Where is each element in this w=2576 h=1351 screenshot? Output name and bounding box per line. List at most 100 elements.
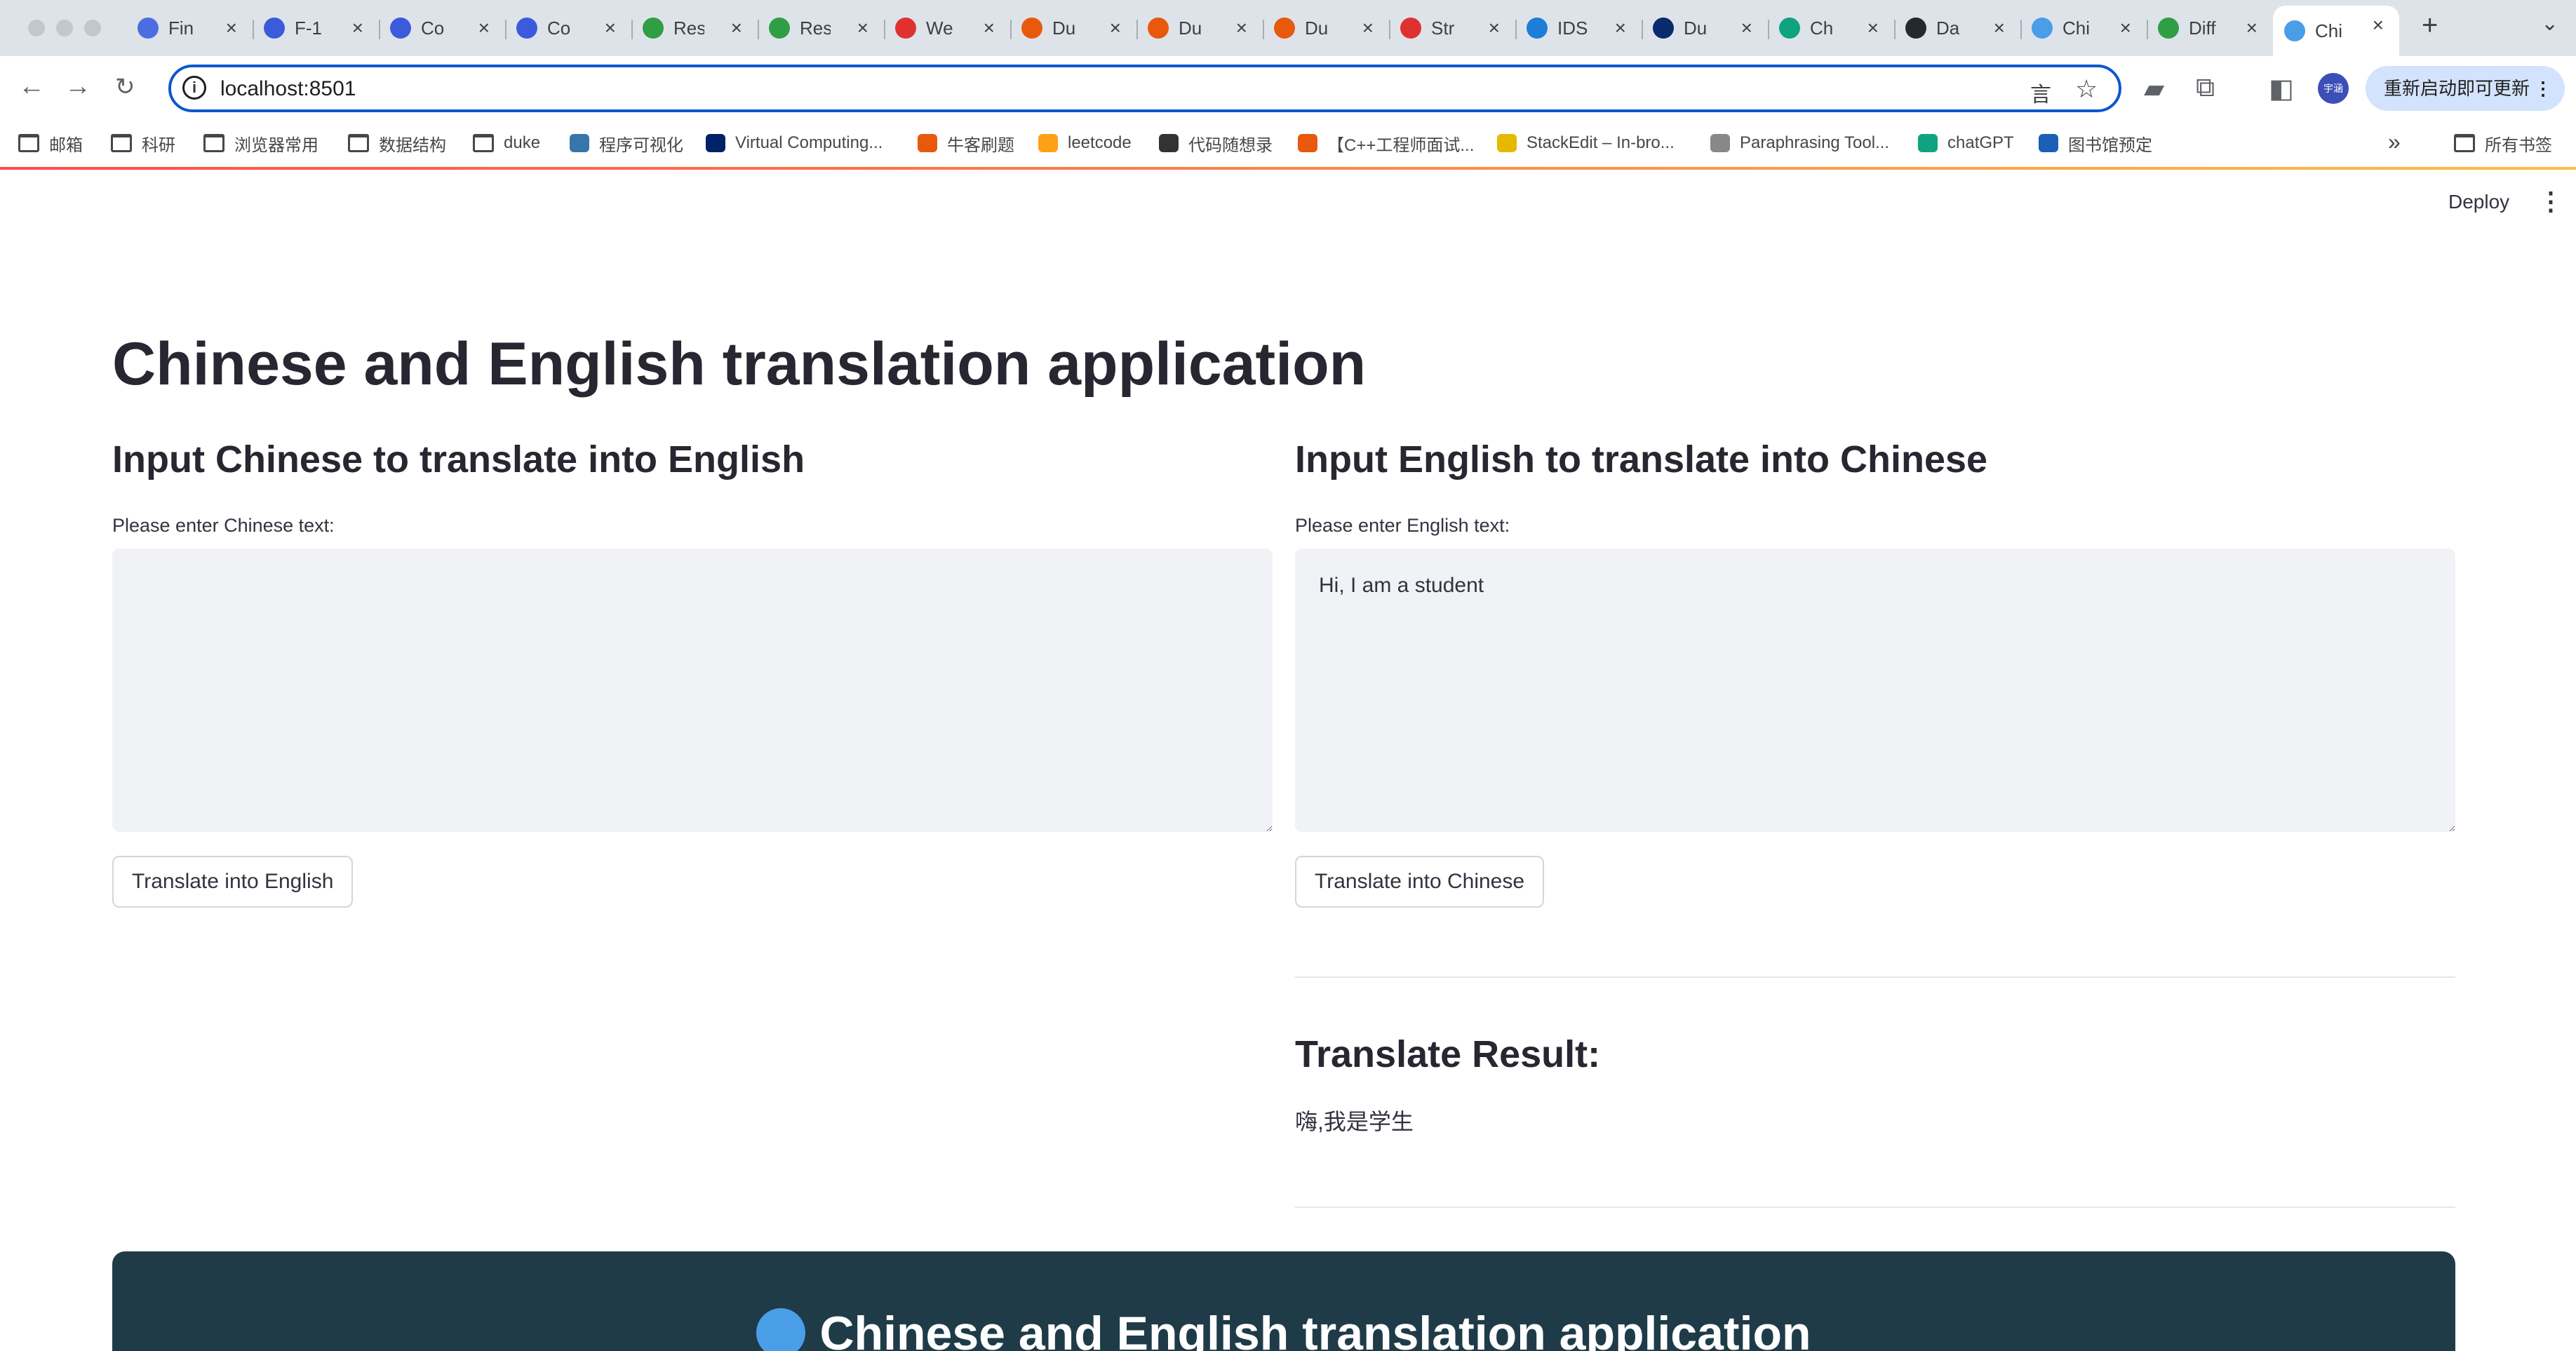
close-tab-icon[interactable]: × bbox=[352, 17, 363, 39]
tab-title: Du bbox=[1052, 17, 1076, 39]
translate-into-english-button[interactable]: Translate into English bbox=[112, 856, 354, 908]
nowcoder-icon bbox=[1298, 134, 1317, 152]
browser-tab[interactable]: Du × bbox=[1010, 8, 1136, 48]
bookmark-item[interactable]: duke bbox=[473, 129, 540, 157]
back-arrow-icon[interactable]: ← bbox=[18, 72, 45, 102]
bird-icon bbox=[643, 18, 664, 39]
close-tab-icon[interactable]: × bbox=[984, 17, 995, 39]
browser-tab[interactable]: Diff × bbox=[2147, 8, 2273, 48]
browser-tab[interactable]: Du × bbox=[1263, 8, 1389, 48]
browser-tab[interactable]: Str × bbox=[1389, 8, 1515, 48]
english-text-input[interactable] bbox=[1295, 549, 2455, 832]
bookmark-item[interactable]: Virtual Computing... bbox=[706, 129, 883, 157]
close-tab-icon[interactable]: × bbox=[857, 17, 868, 39]
bookmark-star-icon[interactable]: ☆ bbox=[2075, 74, 2098, 104]
reload-icon[interactable]: ↻ bbox=[115, 73, 135, 101]
browser-tab[interactable]: Co × bbox=[505, 8, 631, 48]
translate-icon[interactable]: ⾔ bbox=[2030, 77, 2051, 108]
bookmark-label: chatGPT bbox=[1947, 133, 2014, 152]
close-tab-icon[interactable]: × bbox=[1489, 17, 1500, 39]
side-panel-icon[interactable]: ◧ bbox=[2269, 73, 2294, 105]
close-tab-icon[interactable]: × bbox=[1110, 17, 1121, 39]
chinese-text-input[interactable] bbox=[112, 549, 1273, 832]
close-tab-icon[interactable]: × bbox=[2246, 17, 2258, 39]
tab-title: Co bbox=[421, 17, 445, 39]
bookmark-item[interactable]: leetcode bbox=[1038, 129, 1132, 157]
main-menu-icon[interactable]: ⋮ bbox=[2538, 187, 2563, 216]
translate-result-text: 嗨,我是学生 bbox=[1295, 1109, 1414, 1134]
minimize-window-icon[interactable] bbox=[56, 20, 73, 36]
folder-icon bbox=[203, 134, 224, 152]
profile-avatar[interactable]: 宇涵 bbox=[2318, 73, 2349, 104]
address-url[interactable]: localhost:8501 bbox=[220, 77, 356, 101]
library-icon bbox=[2039, 134, 2058, 152]
close-tab-icon[interactable]: × bbox=[731, 17, 742, 39]
tab-separator bbox=[2020, 20, 2022, 39]
close-tab-icon[interactable]: × bbox=[2373, 14, 2384, 36]
bookmark-item[interactable]: Paraphrasing Tool... bbox=[1710, 129, 1889, 157]
update-button[interactable]: 重新启动即可更新 ⋮ bbox=[2366, 66, 2565, 111]
bookmark-item[interactable]: 【C++工程师面试... bbox=[1298, 129, 1474, 157]
forward-arrow-icon[interactable]: → bbox=[65, 72, 91, 102]
tab-title: Diff bbox=[2189, 17, 2216, 39]
browser-tab[interactable]: Chi × bbox=[2020, 8, 2147, 48]
browser-tab[interactable]: Da × bbox=[1894, 8, 2020, 48]
browser-tab[interactable]: Chi × bbox=[2273, 6, 2399, 56]
bookmark-label: StackEdit – In-bro... bbox=[1527, 133, 1675, 152]
bookmark-item[interactable]: 牛客刷题 bbox=[918, 129, 1014, 157]
browser-tab[interactable]: Fin × bbox=[126, 8, 253, 48]
translate-into-chinese-button[interactable]: Translate into Chinese bbox=[1295, 856, 1545, 908]
close-window-icon[interactable] bbox=[28, 20, 45, 36]
close-tab-icon[interactable]: × bbox=[1236, 17, 1247, 39]
close-tab-icon[interactable]: × bbox=[1994, 17, 2005, 39]
browser-tab[interactable]: Res × bbox=[631, 8, 758, 48]
site-info-icon[interactable]: i bbox=[182, 76, 206, 100]
globe-icon bbox=[2284, 20, 2305, 41]
bookmark-item[interactable]: chatGPT bbox=[1918, 129, 2014, 157]
bookmark-item[interactable]: 代码随想录 bbox=[1159, 129, 1273, 157]
extensions-puzzle-icon[interactable]: ⧉ bbox=[2196, 73, 2215, 103]
close-tab-icon[interactable]: × bbox=[1615, 17, 1626, 39]
all-bookmarks[interactable]: 所有书签 bbox=[2454, 129, 2552, 157]
bookmark-item[interactable]: 浏览器常用 bbox=[203, 129, 318, 157]
bookmark-label: 程序可视化 bbox=[599, 135, 683, 155]
close-tab-icon[interactable]: × bbox=[1741, 17, 1752, 39]
close-tab-icon[interactable]: × bbox=[2120, 17, 2131, 39]
browser-tab[interactable]: IDS × bbox=[1515, 8, 1642, 48]
browser-tab[interactable]: Du × bbox=[1642, 8, 1768, 48]
browser-tab[interactable]: Du × bbox=[1136, 8, 1263, 48]
close-tab-icon[interactable]: × bbox=[605, 17, 616, 39]
bird-icon bbox=[769, 18, 790, 39]
browser-tab[interactable]: F-1 × bbox=[253, 8, 379, 48]
footer-title-text: Chinese and English translation applicat… bbox=[819, 1307, 1811, 1351]
close-tab-icon[interactable]: × bbox=[1867, 17, 1879, 39]
bookmark-item[interactable]: 邮箱 bbox=[18, 129, 83, 157]
browser-tab[interactable]: We × bbox=[884, 8, 1010, 48]
bookmarks-bar: 邮箱 科研 浏览器常用 数据结构 duke 程序可视化 Virtual Computing.… bbox=[0, 121, 2576, 166]
extension-zap-icon[interactable]: ▰ bbox=[2144, 73, 2164, 105]
close-tab-icon[interactable]: × bbox=[226, 17, 237, 39]
tab-search-chevron-icon[interactable]: ⌄ bbox=[2541, 11, 2558, 36]
address-bar[interactable]: i localhost:8501 ⾔ ☆ bbox=[168, 65, 2121, 112]
tab-separator bbox=[758, 20, 759, 39]
new-tab-icon[interactable]: + bbox=[2422, 10, 2438, 41]
browser-tab[interactable]: Res × bbox=[758, 8, 884, 48]
bookmark-item[interactable]: 数据结构 bbox=[348, 129, 446, 157]
bookmark-label: Paraphrasing Tool... bbox=[1740, 133, 1890, 152]
bookmark-item[interactable]: StackEdit – In-bro... bbox=[1497, 129, 1675, 157]
close-tab-icon[interactable]: × bbox=[478, 17, 490, 39]
bookmark-item[interactable]: 图书馆预定 bbox=[2039, 129, 2152, 157]
tab-title: Str bbox=[1431, 17, 1455, 39]
tab-title: Chi bbox=[2062, 17, 2091, 39]
gitlab-icon bbox=[1274, 18, 1295, 39]
bookmark-item[interactable]: 科研 bbox=[111, 129, 175, 157]
deploy-button[interactable]: Deploy bbox=[2448, 191, 2509, 213]
browser-tab[interactable]: Co × bbox=[379, 8, 505, 48]
chinese-input-heading: Input Chinese to translate into English bbox=[112, 438, 805, 480]
close-tab-icon[interactable]: × bbox=[1362, 17, 1374, 39]
maximize-window-icon[interactable] bbox=[84, 20, 101, 36]
bookmark-item[interactable]: 程序可视化 bbox=[570, 129, 683, 157]
more-bookmarks-icon[interactable]: » bbox=[2388, 129, 2401, 155]
tab-title: Fin bbox=[168, 17, 194, 39]
browser-tab[interactable]: Ch × bbox=[1768, 8, 1894, 48]
